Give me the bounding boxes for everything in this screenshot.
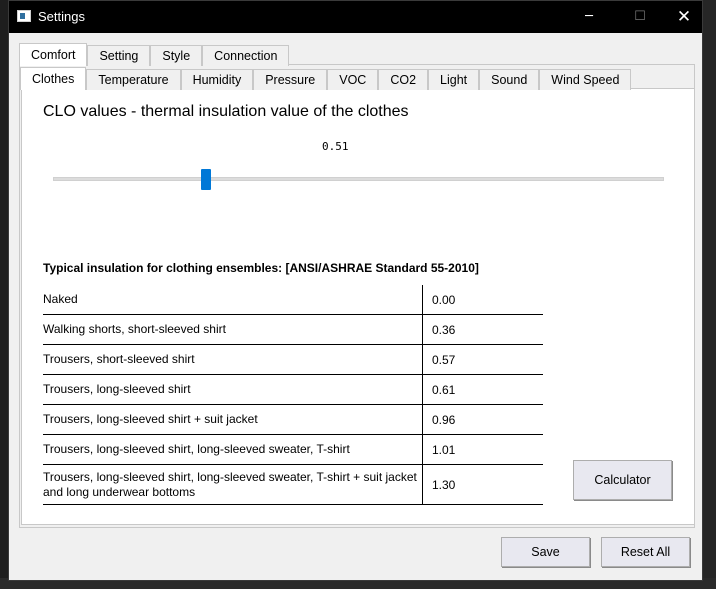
- tab-style[interactable]: Style: [150, 45, 203, 66]
- window-title: Settings: [38, 9, 85, 24]
- app-icon: [17, 10, 31, 22]
- clo-slider-track[interactable]: [53, 177, 664, 181]
- insulation-table: Naked 0.00 Walking shorts, short-sleeved…: [43, 285, 543, 505]
- tab-sound[interactable]: Sound: [479, 69, 540, 90]
- row-label: Trousers, long-sleeved shirt: [43, 375, 423, 404]
- close-button[interactable]: ✕: [661, 1, 707, 33]
- minimize-button[interactable]: ─: [566, 1, 612, 33]
- clo-slider-value: 0.51: [322, 140, 349, 153]
- table-row: Trousers, long-sleeved shirt, long-sleev…: [43, 435, 543, 465]
- comfort-sub-tab-bar: Clothes Temperature Humidity Pressure VO…: [20, 67, 632, 90]
- tab-connection[interactable]: Connection: [202, 45, 290, 66]
- table-row: Walking shorts, short-sleeved shirt 0.36: [43, 315, 543, 345]
- tab-humidity[interactable]: Humidity: [180, 69, 254, 90]
- title-bar[interactable]: Settings ─ ☐ ✕: [9, 1, 702, 33]
- table-row: Trousers, long-sleeved shirt, long-sleev…: [43, 465, 543, 505]
- clo-slider-handle[interactable]: [200, 169, 211, 190]
- tab-pressure[interactable]: Pressure: [253, 69, 328, 90]
- maximize-button[interactable]: ☐: [617, 1, 663, 33]
- tab-clothes[interactable]: Clothes: [20, 67, 87, 90]
- tab-setting[interactable]: Setting: [87, 45, 151, 66]
- tab-co2[interactable]: CO2: [378, 69, 429, 90]
- table-row: Trousers, long-sleeved shirt 0.61: [43, 375, 543, 405]
- main-tab-bar: Comfort Setting Style Connection: [19, 43, 290, 66]
- row-label: Trousers, long-sleeved shirt, long-sleev…: [43, 465, 423, 504]
- tab-wind-speed[interactable]: Wind Speed: [539, 69, 632, 90]
- row-value: 0.96: [432, 412, 456, 427]
- table-row: Trousers, short-sleeved shirt 0.57: [43, 345, 543, 375]
- row-value: 1.01: [432, 442, 456, 457]
- tab-light[interactable]: Light: [428, 69, 480, 90]
- row-label: Trousers, short-sleeved shirt: [43, 345, 423, 374]
- row-value: 1.30: [432, 477, 456, 492]
- insulation-table-title: Typical insulation for clothing ensemble…: [43, 261, 479, 275]
- row-value: 0.36: [432, 322, 456, 337]
- table-row: Trousers, long-sleeved shirt + suit jack…: [43, 405, 543, 435]
- row-value: 0.61: [432, 382, 456, 397]
- tab-comfort[interactable]: Comfort: [19, 43, 88, 66]
- tab-voc[interactable]: VOC: [327, 69, 379, 90]
- row-label: Trousers, long-sleeved shirt, long-sleev…: [43, 435, 423, 464]
- row-label: Trousers, long-sleeved shirt + suit jack…: [43, 405, 423, 434]
- tab-temperature[interactable]: Temperature: [86, 69, 181, 90]
- settings-window: Settings ─ ☐ ✕ Comfort Setting Style Con…: [8, 0, 703, 581]
- clo-heading: CLO values - thermal insulation value of…: [43, 103, 409, 120]
- row-value: 0.00: [432, 292, 456, 307]
- calculator-button[interactable]: Calculator: [573, 460, 672, 500]
- background-window-right: [703, 0, 716, 589]
- row-label: Walking shorts, short-sleeved shirt: [43, 315, 423, 344]
- save-button[interactable]: Save: [501, 537, 590, 567]
- table-row: Naked 0.00: [43, 285, 543, 315]
- row-label: Naked: [43, 285, 423, 314]
- reset-all-button[interactable]: Reset All: [601, 537, 690, 567]
- row-value: 0.57: [432, 352, 456, 367]
